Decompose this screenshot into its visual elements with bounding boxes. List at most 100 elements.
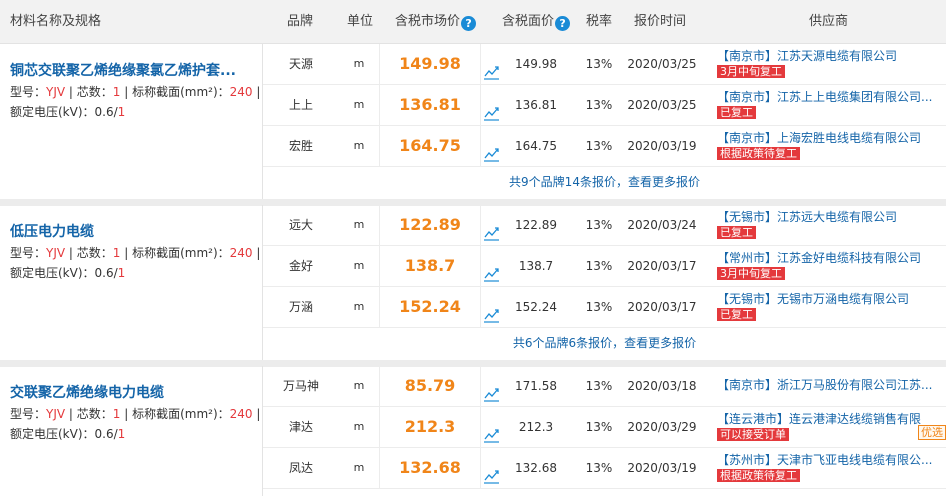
voltage-label: 额定电压(kV)： [10,105,95,119]
section-label: 标称截面(mm²)： [132,85,230,99]
material-group-3: 交联聚乙烯绝缘电力电缆 型号：YJV | 芯数：1 | 标称截面(mm²)：24… [0,366,946,496]
col-name-header: 材料名称及规格 [10,14,102,29]
material-name-link[interactable]: 低压电力电缆 [10,221,94,241]
date-cell: 2020/03/25 [627,57,697,71]
price-row: 万涵 m 152.24 152.24 13% 2020/03/17 【无锡市】无… [263,287,946,328]
voltage-value: 0.6/ [94,427,118,441]
supplier-link[interactable]: 【南京市】江苏上上电缆集团有限公司... [717,90,946,105]
date-cell: 2020/03/25 [627,98,697,112]
brand-cell: 万马神 [282,379,319,393]
trend-chart-icon[interactable] [483,299,500,323]
supplier-name: 江苏远大电缆有限公司 [777,210,898,224]
supplier-link[interactable]: 【常州市】江苏金好电缆科技有限公司 [717,251,946,266]
face-price-label: 含税面价 [502,14,555,29]
trend-chart-icon[interactable] [483,419,500,443]
date-cell: 2020/03/19 [627,139,697,153]
trend-chart-icon[interactable] [483,460,500,484]
material-group-1: 铜芯交联聚乙烯绝缘聚氯乙烯护套... 型号：YJV | 芯数：1 | 标称截面(… [0,44,946,199]
status-badge: 已复工 [717,308,756,321]
material-spec-line1: 型号：YJV | 芯数：1 | 标称截面(mm²)：240 | [10,404,260,424]
date-cell: 2020/03/17 [627,259,697,273]
price-row: 上上 m 136.81 136.81 13% 2020/03/25 【南京市】江… [263,85,946,126]
supplier-city: 【苏州市】 [717,453,778,467]
market-price-cell: 138.7 [379,246,481,286]
table-header: 材料名称及规格 品牌 单位 含税市场价? 含税面价? 税率 报价时间 供应商 [0,0,946,44]
supplier-name: 无锡市万涵电缆有限公司 [777,292,910,306]
material-spec-line2: 额定电压(kV)：0.6/1 [10,263,125,283]
tax-cell: 13% [585,461,613,475]
supplier-link[interactable]: 【无锡市】江苏远大电缆有限公司 [717,210,946,225]
supplier-name: 上海宏胜电线电缆有限公司 [777,131,922,145]
more-quotes-link[interactable]: 共6个品牌6条报价，查看更多报价 [263,328,946,358]
material-spec-line1: 型号：YJV | 芯数：1 | 标称截面(mm²)：240 | [10,82,260,102]
spec-separator: | [252,407,261,421]
trend-chart-icon[interactable] [483,258,500,282]
material-info: 交联聚乙烯绝缘电力电缆 型号：YJV | 芯数：1 | 标称截面(mm²)：24… [0,366,262,496]
model-label: 型号： [10,85,47,99]
question-circle-icon[interactable]: ? [555,16,571,31]
market-price-cell: 132.68 [379,448,481,488]
cores-label: 芯数： [76,407,113,421]
price-row: 万马神 m 85.79 171.58 13% 2020/03/18 【南京市】浙… [263,366,946,407]
face-price-cell: 212.3 [518,420,554,434]
supplier-link[interactable]: 【南京市】江苏天源电缆有限公司 [717,49,946,64]
market-price-cell: 212.3 [379,407,481,447]
status-badge: 可以接受订单 [717,428,789,441]
voltage-label: 额定电压(kV)： [10,266,95,280]
material-info: 铜芯交联聚乙烯绝缘聚氯乙烯护套... 型号：YJV | 芯数：1 | 标称截面(… [0,44,262,199]
supplier-link[interactable]: 【连云港市】连云港津达线缆销售有限... [717,412,922,427]
model-label: 型号： [10,407,47,421]
col-unit-header: 单位 [347,14,374,29]
market-price-cell: 85.79 [379,366,481,406]
market-price-cell: 122.89 [379,205,481,245]
voltage-value-highlight: 1 [117,427,126,441]
face-price-cell: 164.75 [515,139,557,153]
market-price-cell: 152.24 [379,287,481,327]
brand-cell: 上上 [288,98,313,112]
face-price-cell: 149.98 [515,57,557,71]
supplier-link[interactable]: 【南京市】上海宏胜电线电缆有限公司 [717,131,946,146]
supplier-link[interactable]: 【南京市】浙江万马股份有限公司江苏... [717,378,946,393]
price-row: 凤达 m 132.68 132.68 13% 2020/03/19 【苏州市】天… [263,448,946,489]
brand-cell: 宏胜 [288,139,313,153]
trend-chart-icon[interactable] [483,97,500,121]
supplier-link[interactable]: 【无锡市】无锡市万涵电缆有限公司 [717,292,946,307]
supplier-cell: 【连云港市】连云港津达线缆销售有限... 可以接受订单 优选 [717,412,946,442]
supplier-city: 【连云港市】 [717,412,790,426]
trend-chart-icon[interactable] [483,217,500,241]
tax-cell: 13% [585,259,613,273]
face-price-cell: 171.58 [515,379,557,393]
supplier-cell: 【苏州市】天津市飞亚电线电缆有限公... 根据政策待复工 [717,453,946,483]
col-tax-header: 税率 [586,14,613,29]
supplier-name: 江苏天源电缆有限公司 [777,49,898,63]
material-name-link[interactable]: 交联聚乙烯绝缘电力电缆 [10,382,164,402]
model-value: YJV [46,407,66,421]
tax-cell: 13% [585,420,613,434]
trend-chart-icon[interactable] [483,138,500,162]
date-cell: 2020/03/29 [627,420,697,434]
unit-cell: m [353,218,365,231]
face-price-cell: 132.68 [515,461,557,475]
supplier-link[interactable]: 【苏州市】天津市飞亚电线电缆有限公... [717,453,946,468]
more-quotes-link[interactable]: 共9个品牌14条报价，查看更多报价 [263,167,946,197]
price-row: 宏胜 m 164.75 164.75 13% 2020/03/19 【南京市】上… [263,126,946,167]
tax-cell: 13% [585,218,613,232]
model-value: YJV [46,85,66,99]
model-label: 型号： [10,246,47,260]
question-circle-icon[interactable]: ? [461,16,477,31]
material-info: 低压电力电缆 型号：YJV | 芯数：1 | 标称截面(mm²)：240 | 额… [0,205,262,360]
trend-chart-icon[interactable] [483,56,500,80]
material-name-link[interactable]: 铜芯交联聚乙烯绝缘聚氯乙烯护套... [10,60,236,80]
price-row: 天源 m 149.98 149.98 13% 2020/03/25 【南京市】江… [263,44,946,85]
voltage-value-highlight: 1 [117,105,126,119]
trend-chart-icon[interactable] [483,378,500,402]
tax-cell: 13% [585,98,613,112]
material-spec-line1: 型号：YJV | 芯数：1 | 标称截面(mm²)：240 | [10,243,260,263]
status-badge: 根据政策待复工 [717,147,800,160]
supplier-name: 天津市飞亚电线电缆有限公... [777,453,933,467]
spec-separator: | [65,407,77,421]
supplier-city: 【南京市】 [717,378,778,392]
unit-cell: m [353,98,365,111]
model-value: YJV [46,246,66,260]
spec-separator: | [65,246,77,260]
